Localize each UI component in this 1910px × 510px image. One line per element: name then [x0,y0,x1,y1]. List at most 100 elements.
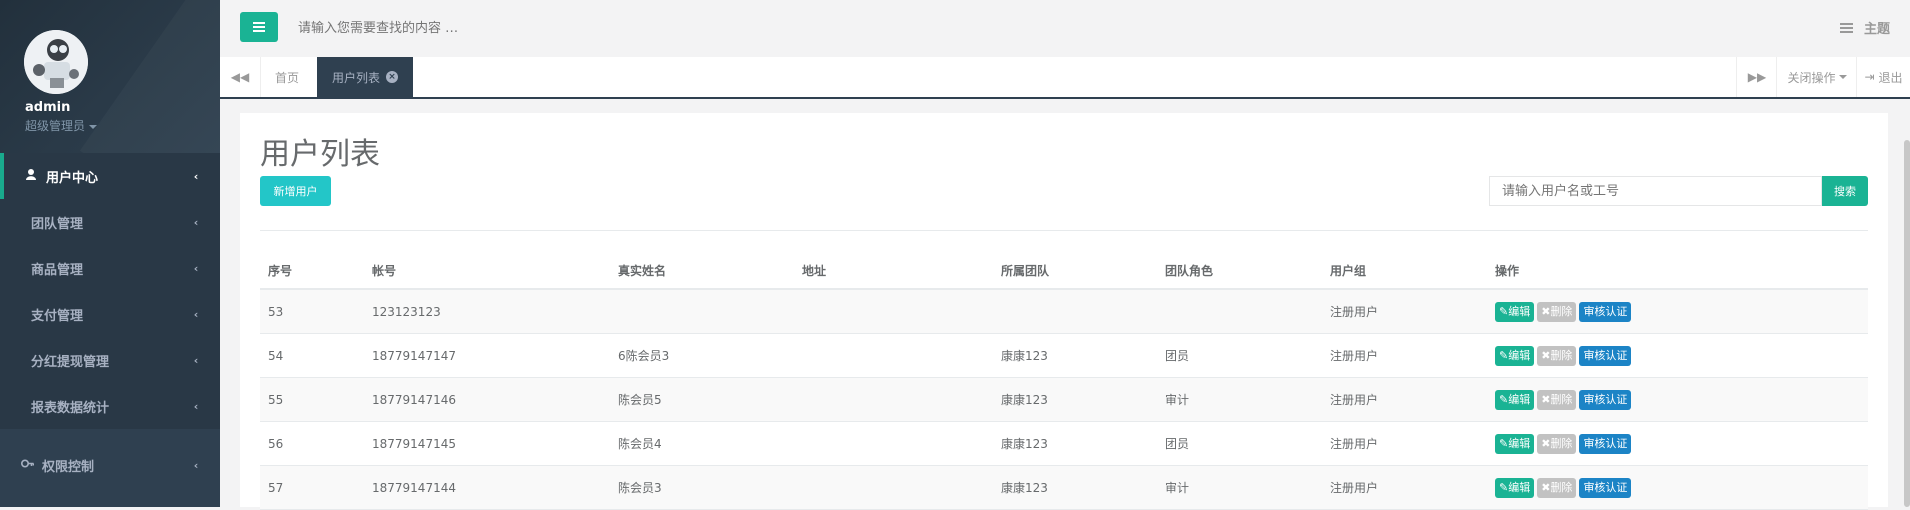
edit-icon: ✎ [1499,348,1509,362]
cell-team: 康康123 [993,333,1157,378]
cell-account: 18779147146 [364,377,610,422]
logout-label: 退出 [1878,70,1903,85]
tab-scroll-left-button[interactable]: ◀◀ [220,57,261,97]
search-button[interactable]: 搜索 [1822,176,1868,206]
sidebar-item-team[interactable]: 团队管理 ‹ [0,199,220,245]
page-title: 用户列表 [260,137,380,172]
edit-icon: ✎ [1499,304,1509,318]
logout-button[interactable]: ⇥ 退出 [1856,57,1910,97]
tab-home[interactable]: 首页 [260,57,314,97]
cell-id: 55 [260,377,364,422]
sidebar-item-label: 支付管理 [31,308,84,324]
add-user-button[interactable]: 新增用户 [260,176,331,206]
sidebar-item-payment[interactable]: 支付管理 ‹ [0,291,220,337]
delete-button[interactable]: ✖删除 [1537,389,1577,410]
global-search-input[interactable] [296,14,900,42]
menu-toggle-button[interactable] [240,12,278,42]
edit-label: 编辑 [1508,436,1531,450]
cell-team [993,289,1157,334]
audit-button[interactable]: 审核认证 [1579,301,1632,322]
edit-button[interactable]: ✎编辑 [1495,389,1535,410]
delete-button[interactable]: ✖删除 [1537,301,1577,322]
close-ops-label: 关闭操作 [1787,70,1836,85]
chevron-left-icon: ‹ [193,307,199,321]
delete-button[interactable]: ✖删除 [1537,433,1577,454]
cell-id: 53 [260,289,364,334]
edit-label: 编辑 [1508,392,1531,406]
close-icon[interactable]: × [386,71,399,83]
table-row: 53 123123123 注册用户 ✎编辑 ✖删除 审核认证 [260,289,1868,334]
tab-scroll-right-button[interactable]: ▶▶ [1736,57,1777,97]
table-row: 55 18779147146 陈会员5 康康123 审计 注册用户 ✎编辑 ✖删除 审核认证 [260,377,1868,422]
cell-actions: ✎编辑 ✖删除 审核认证 [1487,333,1868,378]
cell-group: 注册用户 [1322,289,1487,334]
tab-label: 用户列表 [332,70,381,85]
bars-icon [253,22,265,32]
caret-down-icon [89,124,98,129]
tasks-icon [1840,22,1858,37]
edit-button[interactable]: ✎编辑 [1495,345,1535,366]
edit-icon: ✎ [1499,392,1509,406]
sidebar: admin 超级管理员 用户中心 ‹ 团队管理 ‹ 商品管理 ‹ 支付管理 ‹ … [0,0,220,507]
cell-account: 18779147145 [364,421,610,466]
cell-team-role: 团员 [1157,333,1322,378]
edit-icon: ✎ [1499,480,1509,494]
column-header: 团队角色 [1157,253,1322,290]
sidebar-item-user-center[interactable]: 用户中心 ‹ [0,153,220,199]
sidebar-item-label: 权限控制 [42,459,95,475]
cell-id: 57 [260,465,364,510]
user-search-group [1489,176,1822,206]
cell-team-role [1157,289,1322,334]
role-label: 超级管理员 [25,119,86,133]
table-row: 57 18779147144 陈会员3 康康123 审计 注册用户 ✎编辑 ✖删除 审核认证 [260,465,1868,510]
sidebar-item-label: 团队管理 [31,216,84,232]
edit-button[interactable]: ✎编辑 [1495,477,1535,498]
tab-user-list[interactable]: 用户列表 × [317,57,414,97]
cell-name [610,289,794,334]
audit-button[interactable]: 审核认证 [1579,433,1632,454]
close-operations-dropdown[interactable]: 关闭操作 [1776,57,1857,97]
avatar[interactable] [24,30,88,94]
cell-name: 陈会员4 [610,421,794,466]
audit-button[interactable]: 审核认证 [1579,389,1632,410]
cell-actions: ✎编辑 ✖删除 审核认证 [1487,465,1868,510]
user-table: 序号 帐号 真实姓名 地址 所属团队 团队角色 用户组 操作 53 1231231… [260,253,1868,510]
audit-button[interactable]: 审核认证 [1579,477,1632,498]
cell-id: 54 [260,333,364,378]
cell-account: 18779147144 [364,465,610,510]
topbar: 主题 [220,0,1910,58]
delete-button[interactable]: ✖删除 [1537,477,1577,498]
delete-label: 删除 [1550,436,1573,450]
column-header: 所属团队 [993,253,1157,290]
audit-button[interactable]: 审核认证 [1579,345,1632,366]
sidebar-item-reports[interactable]: 报表数据统计 ‹ [0,383,220,429]
cell-team-role: 团员 [1157,421,1322,466]
cell-account: 123123123 [364,289,610,334]
scrollbar[interactable] [1904,140,1910,507]
cell-team-role: 审计 [1157,465,1322,510]
edit-button[interactable]: ✎编辑 [1495,433,1535,454]
edit-label: 编辑 [1508,304,1531,318]
edit-button[interactable]: ✎编辑 [1495,301,1535,322]
column-header: 用户组 [1322,253,1487,290]
cell-address [794,421,993,466]
role-dropdown[interactable]: 超级管理员 [25,117,98,134]
chevron-left-icon: ‹ [193,458,199,472]
edit-label: 编辑 [1508,348,1531,362]
user-icon [24,169,38,183]
sidebar-item-goods[interactable]: 商品管理 ‹ [0,245,220,291]
theme-button[interactable]: 主题 [1840,18,1890,37]
user-search-input[interactable] [1489,176,1822,206]
delete-button[interactable]: ✖删除 [1537,345,1577,366]
cell-name: 陈会员3 [610,465,794,510]
table-row: 56 18779147145 陈会员4 康康123 团员 注册用户 ✎编辑 ✖删除 审核认证 [260,421,1868,466]
divider [260,230,1868,231]
cell-address [794,377,993,422]
sidebar-item-permissions[interactable]: 权限控制 ‹ [0,442,220,488]
column-header: 地址 [794,253,993,290]
cell-team: 康康123 [993,421,1157,466]
sidebar-item-dividend[interactable]: 分红提现管理 ‹ [0,337,220,383]
edit-label: 编辑 [1508,480,1531,494]
cell-team: 康康123 [993,377,1157,422]
column-header: 帐号 [364,253,610,290]
